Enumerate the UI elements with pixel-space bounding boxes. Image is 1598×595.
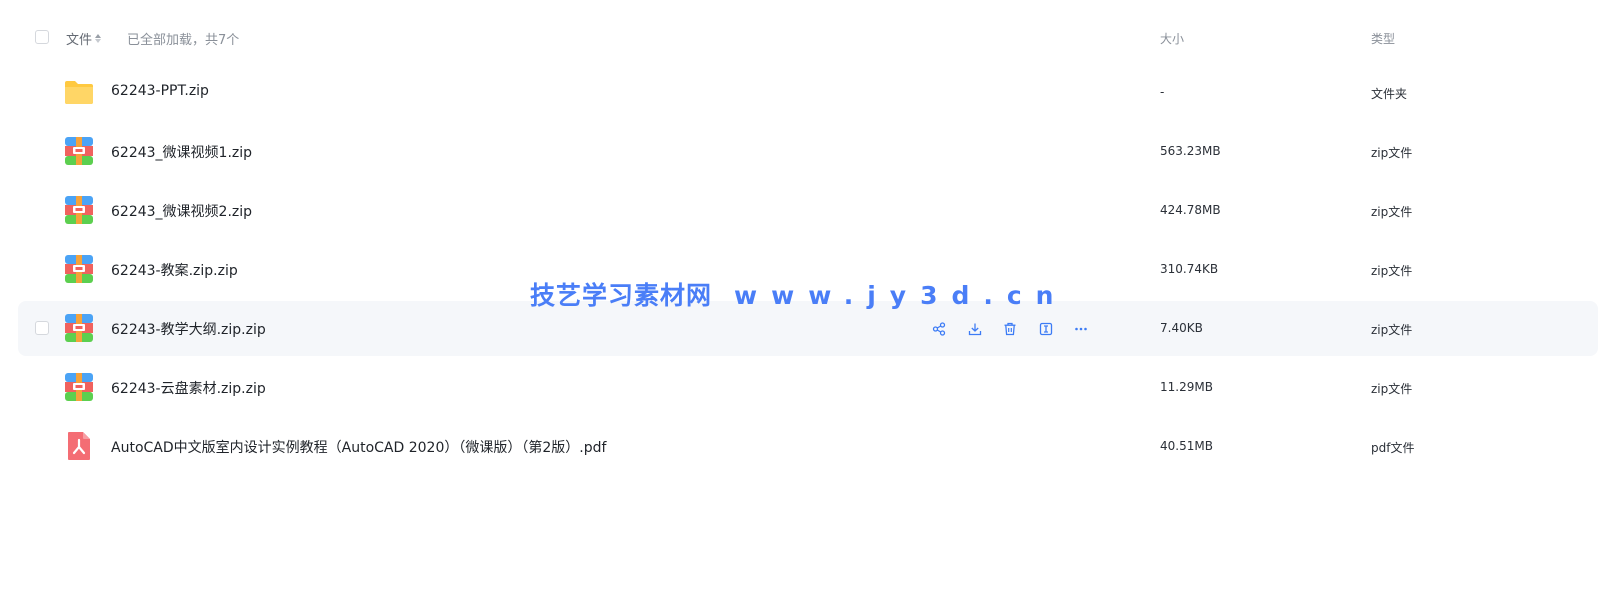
file-type: zip文件 [1371, 264, 1413, 278]
loaded-status-text: 已全部加载，共7个 [127, 33, 240, 48]
file-type: 文件夹 [1371, 87, 1408, 101]
zip-icon [64, 254, 94, 284]
file-size: 310.74KB [1160, 262, 1219, 276]
file-name[interactable]: AutoCAD中文版室内设计实例教程（AutoCAD 2020）（微课版）（第2… [111, 437, 606, 457]
select-all-checkbox[interactable] [35, 30, 49, 44]
file-name[interactable]: 62243-教学大纲.zip.zip [111, 319, 266, 339]
row-checkbox[interactable] [35, 321, 49, 335]
watermark: 技艺学习素材网 www.jy3d.cn [530, 276, 1067, 312]
file-size: 11.29MB [1160, 380, 1213, 394]
file-name[interactable]: 62243-云盘素材.zip.zip [111, 378, 266, 398]
download-icon[interactable] [966, 320, 984, 338]
file-name[interactable]: 62243_微课视频1.zip [111, 142, 252, 162]
file-type: zip文件 [1371, 205, 1413, 219]
file-size: 40.51MB [1160, 439, 1213, 453]
delete-icon[interactable] [1001, 320, 1019, 338]
file-row[interactable]: 62243_微课视频2.zip 424.78MB zip文件 [18, 183, 1598, 238]
file-size: 424.78MB [1160, 203, 1221, 217]
file-type: zip文件 [1371, 146, 1413, 160]
file-name[interactable]: 62243-PPT.zip [111, 83, 209, 99]
file-name[interactable]: 62243-教案.zip.zip [111, 260, 238, 280]
file-type: pdf文件 [1371, 441, 1415, 455]
watermark-cn: 技艺学习素材网 [530, 281, 713, 310]
zip-icon [64, 372, 94, 402]
file-type: zip文件 [1371, 323, 1413, 337]
sort-icon [95, 34, 102, 43]
sort-by-name-button[interactable]: 文件 [66, 29, 102, 48]
file-column-label: 文件 [66, 33, 93, 48]
file-size: 7.40KB [1160, 321, 1203, 335]
file-row[interactable]: 62243-云盘素材.zip.zip 11.29MB zip文件 [18, 360, 1598, 415]
file-row[interactable]: 62243_微课视频1.zip 563.23MB zip文件 [18, 124, 1598, 179]
more-icon[interactable] [1072, 320, 1090, 338]
row-actions [930, 320, 1108, 338]
watermark-url: www.jy3d.cn [734, 281, 1068, 310]
file-size: - [1160, 85, 1165, 99]
share-icon[interactable] [930, 320, 948, 338]
file-row[interactable]: 62243-PPT.zip - 文件夹 [18, 65, 1598, 120]
file-size: 563.23MB [1160, 144, 1221, 158]
zip-icon [64, 313, 94, 343]
pdf-icon [64, 431, 94, 461]
zip-icon [64, 136, 94, 166]
size-column-label: 大小 [1160, 32, 1185, 46]
rename-icon[interactable] [1037, 320, 1055, 338]
folder-icon [64, 77, 94, 107]
file-name[interactable]: 62243_微课视频2.zip [111, 201, 252, 221]
zip-icon [64, 195, 94, 225]
type-column-label: 类型 [1371, 32, 1396, 46]
file-row[interactable]: AutoCAD中文版室内设计实例教程（AutoCAD 2020）（微课版）（第2… [18, 419, 1598, 474]
file-type: zip文件 [1371, 382, 1413, 396]
